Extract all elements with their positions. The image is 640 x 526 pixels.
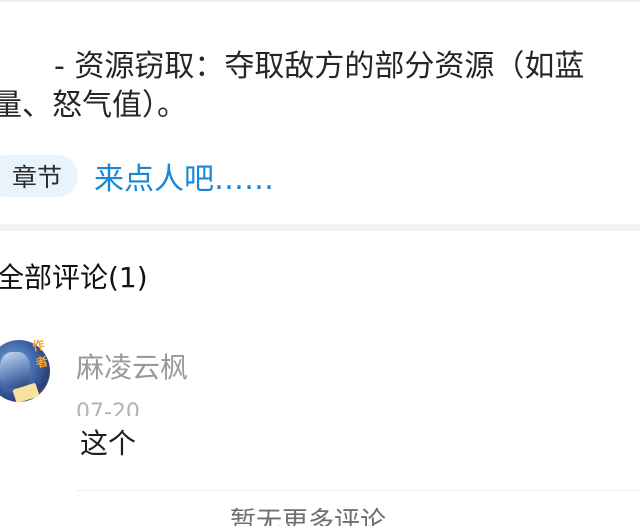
- chapter-link[interactable]: 来点人吧……: [94, 154, 274, 198]
- chapter-text-line: 量、怒气值）。: [0, 88, 187, 123]
- comment-date: 07-20: [76, 400, 140, 416]
- chapter-comment-page: - 资源窃取：夺取敌方的部分资源（如蓝 量、怒气值）。 章节 来点人吧…… 全部…: [0, 0, 640, 526]
- chapter-row: 章节 来点人吧……: [0, 153, 274, 199]
- no-more-comments: 暂无更多评论: [229, 507, 386, 526]
- avatar-figure: [0, 352, 30, 388]
- comment-date-wrap: 07-20: [76, 398, 140, 416]
- no-more-wrap: 暂无更多评论: [0, 504, 640, 526]
- chapter-text-line: - 资源窃取：夺取敌方的部分资源（如蓝: [54, 49, 585, 84]
- comments-title: 全部评论(1): [0, 261, 148, 294]
- chapter-tag: 章节: [0, 155, 79, 197]
- avatar[interactable]: 作者: [0, 336, 50, 412]
- comment-text[interactable]: 这个: [80, 424, 136, 464]
- section-divider: [0, 224, 640, 231]
- comment-divider: [76, 490, 640, 491]
- top-divider: [0, 0, 640, 2]
- comment-username[interactable]: 麻凌云枫: [76, 349, 188, 387]
